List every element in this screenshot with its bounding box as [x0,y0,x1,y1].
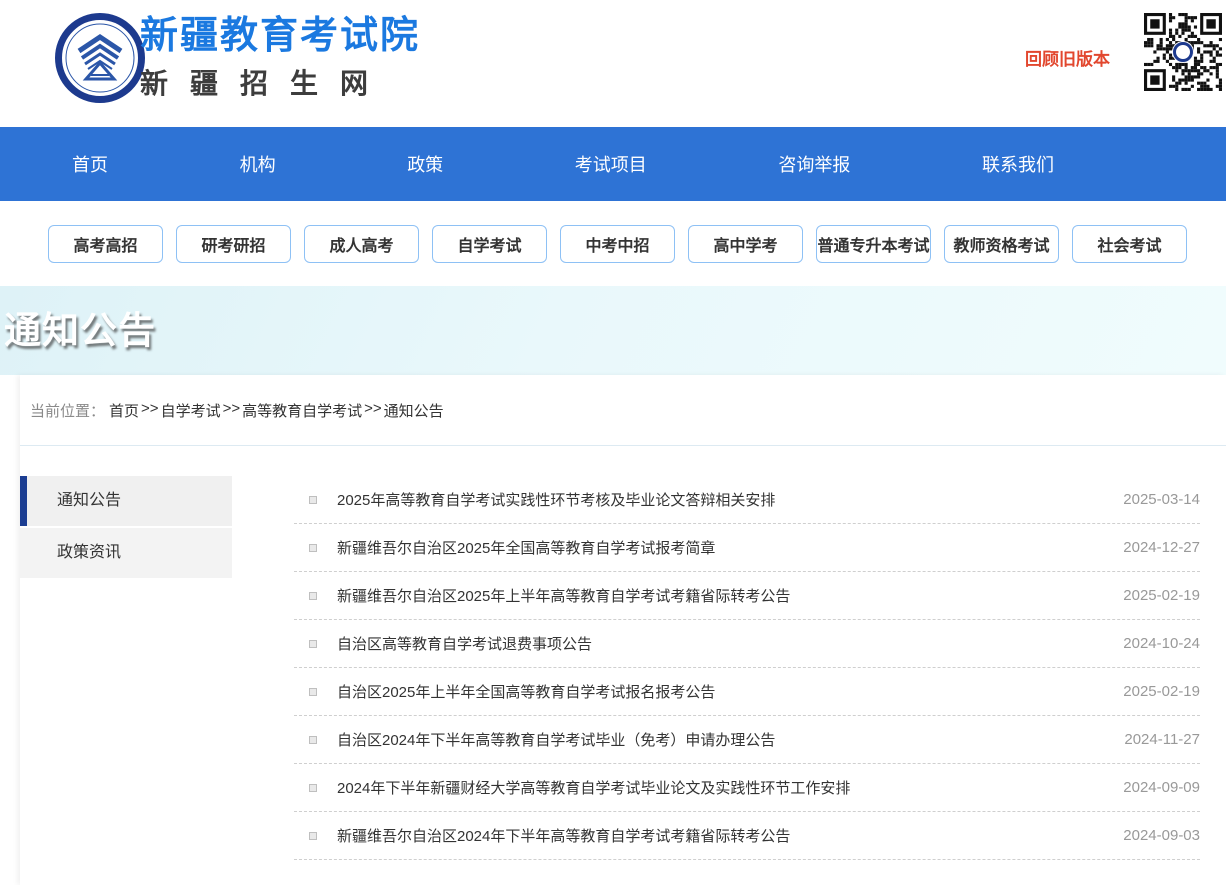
square-bullet-icon [309,544,317,552]
notice-date: 2025-03-14 [1123,491,1200,508]
exam-category-button[interactable]: 自学考试 [432,225,547,263]
notice-row[interactable]: 自治区2024年下半年高等教育自学考试毕业（免考）申请办理公告 2024-11-… [294,716,1200,764]
sidebar-item-label: 通知公告 [57,492,121,509]
site-title: 新疆教育考试院 [140,16,420,58]
nav-item[interactable]: 政策 [407,151,443,177]
nav-item[interactable]: 机构 [240,151,276,177]
exam-category-button[interactable]: 高考高招 [48,225,163,263]
notice-date: 2024-10-24 [1123,635,1200,652]
banner: 通知公告 [0,286,1226,375]
sidebar: 通知公告政策资讯 [20,476,232,860]
institute-emblem-icon[interactable] [55,13,145,103]
notice-date: 2024-09-09 [1123,779,1200,796]
sidebar-item[interactable]: 通知公告 [20,476,232,526]
breadcrumb-link[interactable]: 首页 [109,400,139,421]
notice-title-link[interactable]: 2025年高等教育自学考试实践性环节考核及毕业论文答辩相关安排 [337,489,1103,510]
square-bullet-icon [309,784,317,792]
main-nav: 首页 机构 政策 考试项目 咨询举报 联系我们 [0,127,1226,201]
breadcrumb-separator: >> [364,400,382,421]
site-header: 新疆教育考试院 新疆招生网 回顾旧版本 [0,0,1226,127]
breadcrumb-link[interactable]: 高等教育自学考试 [242,400,362,421]
notice-list: 2025年高等教育自学考试实践性环节考核及毕业论文答辩相关安排 2025-03-… [294,476,1226,860]
notice-date: 2025-02-19 [1123,683,1200,700]
sidebar-item[interactable]: 政策资讯 [20,528,232,578]
breadcrumb-item: 自学考试>> [161,400,243,421]
notice-date: 2024-11-27 [1124,731,1200,748]
notice-row[interactable]: 新疆维吾尔自治区2024年下半年高等教育自学考试考籍省际转考公告 2024-09… [294,812,1200,860]
breadcrumb-label: 当前位置： [30,400,105,421]
exam-category-button[interactable]: 社会考试 [1072,225,1187,263]
notice-row[interactable]: 自治区高等教育自学考试退费事项公告 2024-10-24 [294,620,1200,668]
exam-category-button[interactable]: 成人高考 [304,225,419,263]
breadcrumb-item: 高等教育自学考试>> [242,400,384,421]
exam-nav: 高考高招研考研招成人高考自学考试中考中招高中学考普通专升本考试教师资格考试社会考… [0,201,1226,286]
exam-category-button[interactable]: 中考中招 [560,225,675,263]
notice-row[interactable]: 新疆维吾尔自治区2025年上半年高等教育自学考试考籍省际转考公告 2025-02… [294,572,1200,620]
nav-item[interactable]: 考试项目 [575,151,647,177]
square-bullet-icon [309,496,317,504]
notice-title-link[interactable]: 新疆维吾尔自治区2025年全国高等教育自学考试报考简章 [337,537,1103,558]
qr-code [1144,13,1222,91]
breadcrumb-link[interactable]: 自学考试 [161,400,221,421]
notice-title-link[interactable]: 2024年下半年新疆财经大学高等教育自学考试毕业论文及实践性环节工作安排 [337,777,1103,798]
notice-title-link[interactable]: 自治区2024年下半年高等教育自学考试毕业（免考）申请办理公告 [337,729,1104,750]
breadcrumb-item: 通知公告 [384,400,448,421]
square-bullet-icon [309,688,317,696]
nav-item[interactable]: 联系我们 [982,151,1054,177]
notice-row[interactable]: 2024年下半年新疆财经大学高等教育自学考试毕业论文及实践性环节工作安排 202… [294,764,1200,812]
notice-row[interactable]: 2025年高等教育自学考试实践性环节考核及毕业论文答辩相关安排 2025-03-… [294,476,1200,524]
main: 通知公告政策资讯 2025年高等教育自学考试实践性环节考核及毕业论文答辩相关安排… [20,446,1226,860]
exam-category-button[interactable]: 高中学考 [688,225,803,263]
square-bullet-icon [309,640,317,648]
square-bullet-icon [309,736,317,744]
notice-date: 2024-09-03 [1123,827,1200,844]
breadcrumb-separator: >> [223,400,241,421]
content-area: 当前位置： 首页>>自学考试>>高等教育自学考试>>通知公告 通知公告政策资讯 … [20,375,1226,885]
page: 新疆教育考试院 新疆招生网 回顾旧版本 首页 机构 政策 考试项目 咨询举报 联系我们 高… [0,0,1226,885]
notice-row[interactable]: 自治区2025年上半年全国高等教育自学考试报名报考公告 2025-02-19 [294,668,1200,716]
site-subtitle: 新疆招生网 [140,62,420,102]
breadcrumb-separator: >> [141,400,159,421]
exam-category-button[interactable]: 教师资格考试 [944,225,1059,263]
notice-row[interactable]: 新疆维吾尔自治区2025年全国高等教育自学考试报考简章 2024-12-27 [294,524,1200,572]
breadcrumb: 当前位置： 首页>>自学考试>>高等教育自学考试>>通知公告 [20,375,1226,446]
qr-center-emblem-icon [1172,41,1194,63]
square-bullet-icon [309,592,317,600]
notice-title-link[interactable]: 自治区高等教育自学考试退费事项公告 [337,633,1103,654]
old-version-link[interactable]: 回顾旧版本 [1025,45,1110,70]
notice-title-link[interactable]: 自治区2025年上半年全国高等教育自学考试报名报考公告 [337,681,1103,702]
breadcrumb-items: 首页>>自学考试>>高等教育自学考试>>通知公告 [109,400,448,421]
nav-item[interactable]: 首页 [72,151,108,177]
page-title: 通知公告 [0,286,1226,375]
breadcrumb-item: 首页>> [109,400,161,421]
title-block: 新疆教育考试院 新疆招生网 [140,16,420,102]
notice-title-link[interactable]: 新疆维吾尔自治区2025年上半年高等教育自学考试考籍省际转考公告 [337,585,1103,606]
main-nav-items: 首页 机构 政策 考试项目 咨询举报 联系我们 [0,151,1226,177]
notice-title-link[interactable]: 新疆维吾尔自治区2024年下半年高等教育自学考试考籍省际转考公告 [337,825,1103,846]
breadcrumb-link[interactable]: 通知公告 [384,400,444,421]
square-bullet-icon [309,832,317,840]
exam-nav-items: 高考高招研考研招成人高考自学考试中考中招高中学考普通专升本考试教师资格考试社会考… [48,225,1226,263]
notice-date: 2024-12-27 [1123,539,1200,556]
nav-item[interactable]: 咨询举报 [778,151,850,177]
notice-date: 2025-02-19 [1123,587,1200,604]
exam-category-button[interactable]: 研考研招 [176,225,291,263]
exam-category-button[interactable]: 普通专升本考试 [816,225,931,263]
sidebar-item-label: 政策资讯 [57,544,121,561]
